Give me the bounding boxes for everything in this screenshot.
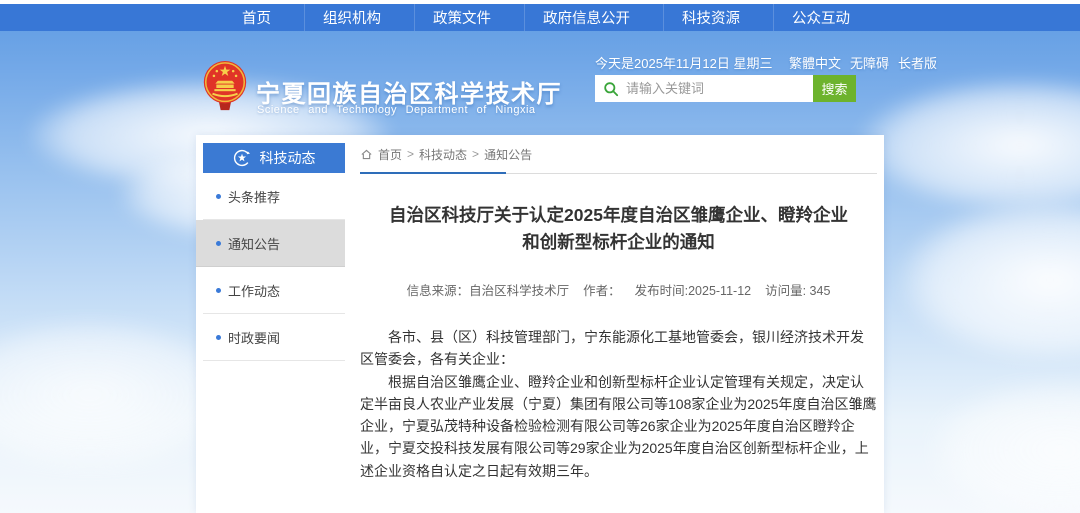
meta-publish-time: 发布时间:2025-11-12 — [635, 284, 752, 298]
sidebar-item-headlines[interactable]: 头条推荐 — [203, 173, 345, 220]
article-title: 自治区科技厅关于认定2025年度自治区雏鹰企业、瞪羚企业 和创新型标杆企业的通知 — [360, 202, 877, 256]
cloud-decoration — [860, 80, 1080, 210]
main-navbar: 首页 组织机构 政策文件 政府信息公开 科技资源 公众互动 — [0, 4, 1080, 31]
nav-item-policy-documents[interactable]: 政策文件 — [414, 4, 509, 31]
link-elderly-version[interactable]: 长者版 — [898, 53, 937, 72]
breadcrumb-notices[interactable]: 通知公告 — [484, 146, 532, 163]
nav-item-organization[interactable]: 组织机构 — [304, 4, 399, 31]
breadcrumb-divider — [360, 172, 877, 175]
sidebar-item-label: 时政要闻 — [228, 328, 280, 347]
bullet-icon — [216, 335, 221, 340]
sidebar-item-notices[interactable]: 通知公告 — [196, 220, 345, 267]
nav-item-gov-info-disclosure[interactable]: 政府信息公开 — [524, 4, 648, 31]
nav-item-home[interactable]: 首页 — [224, 4, 289, 31]
article-title-line2: 和创新型标杆企业的通知 — [360, 229, 877, 256]
bullet-icon — [216, 241, 221, 246]
header-date: 今天是2025年11月12日 星期三 — [595, 53, 773, 72]
sidebar-item-label: 通知公告 — [228, 234, 280, 253]
search-bar: 搜索 — [595, 75, 856, 102]
search-box — [595, 75, 813, 102]
site-subtitle: Science and Technology Department of Nin… — [257, 104, 539, 116]
sidebar-header: 科技动态 — [203, 143, 345, 173]
sidebar-menu: 头条推荐 通知公告 工作动态 时政要闻 — [203, 173, 345, 361]
article-paragraph: 根据自治区雏鹰企业、瞪羚企业和创新型标杆企业认定管理有关规定，决定认定半亩良人农… — [360, 371, 877, 482]
sidebar-title: 科技动态 — [260, 148, 316, 168]
home-icon — [360, 148, 373, 161]
meta-visits: 访问量: 345 — [765, 284, 830, 298]
search-icon — [603, 81, 619, 97]
breadcrumb-separator: > — [407, 147, 414, 161]
nav-item-tech-resources[interactable]: 科技资源 — [663, 4, 758, 31]
national-emblem-icon — [202, 60, 248, 112]
article-title-line1: 自治区科技厅关于认定2025年度自治区雏鹰企业、瞪羚企业 — [360, 202, 877, 229]
nav-item-public-interaction[interactable]: 公众互动 — [773, 4, 868, 31]
cloud-decoration — [930, 380, 1080, 513]
meta-author: 作者： — [583, 284, 621, 298]
sidebar-item-label: 头条推荐 — [228, 187, 280, 206]
tech-news-icon — [233, 149, 251, 167]
bullet-icon — [216, 288, 221, 293]
meta-source: 信息来源：自治区科学技术厅 — [407, 284, 570, 298]
article-body: 各市、县（区）科技管理部门，宁东能源化工基地管委会，银川经济技术开发区管委会，各… — [360, 326, 877, 482]
article-paragraph: 各市、县（区）科技管理部门，宁东能源化工基地管委会，银川经济技术开发区管委会，各… — [360, 326, 877, 371]
cloud-decoration — [900, 200, 1080, 360]
breadcrumb-separator: > — [472, 147, 479, 161]
breadcrumb-tech-news[interactable]: 科技动态 — [419, 146, 467, 163]
article-meta: 信息来源：自治区科学技术厅作者： 发布时间:2025-11-12 访问量: 345 — [360, 280, 877, 299]
sidebar-item-label: 工作动态 — [228, 281, 280, 300]
sidebar-item-politics-news[interactable]: 时政要闻 — [203, 314, 345, 361]
quick-links: 繁體中文 无障碍 长者版 — [789, 53, 937, 72]
breadcrumb-home[interactable]: 首页 — [378, 146, 402, 163]
page: 首页 组织机构 政策文件 政府信息公开 科技资源 公众互动 宁夏回族自治区科学技… — [0, 0, 1080, 513]
sidebar: 科技动态 头条推荐 通知公告 工作动态 时政要闻 — [203, 143, 345, 361]
search-input[interactable] — [619, 75, 813, 102]
sidebar-item-work-updates[interactable]: 工作动态 — [203, 267, 345, 314]
link-traditional-chinese[interactable]: 繁體中文 — [789, 53, 841, 72]
main-content: 首页 > 科技动态 > 通知公告 自治区科技厅关于认定2025年度自治区雏鹰企业… — [360, 145, 877, 513]
breadcrumb: 首页 > 科技动态 > 通知公告 — [360, 145, 877, 163]
link-accessibility[interactable]: 无障碍 — [850, 53, 889, 72]
search-button[interactable]: 搜索 — [813, 75, 856, 102]
bullet-icon — [216, 194, 221, 199]
content-wrapper: 科技动态 头条推荐 通知公告 工作动态 时政要闻 — [196, 135, 884, 513]
